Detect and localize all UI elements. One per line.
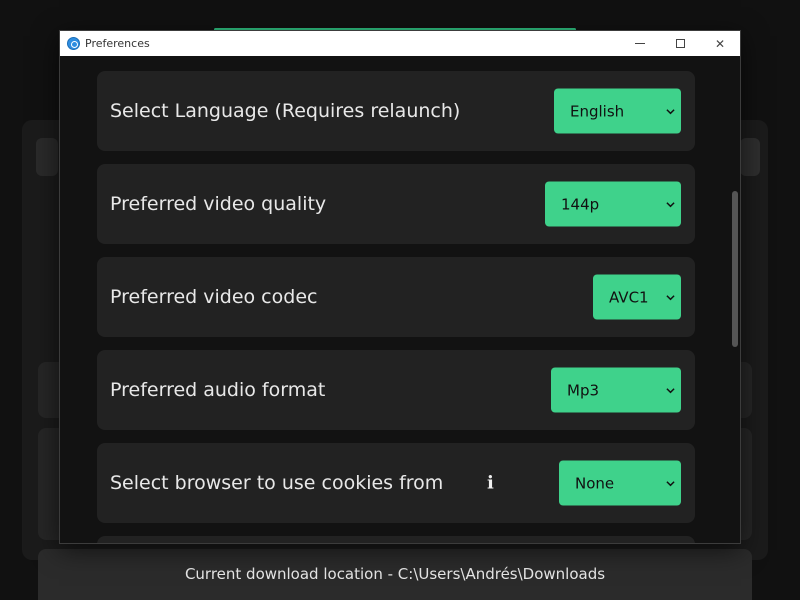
download-location-bar[interactable]: Current download location - C:\Users\And… xyxy=(38,549,752,600)
minimize-icon xyxy=(635,43,645,44)
maximize-button[interactable] xyxy=(660,31,700,56)
setting-row-cookies-browser: Select browser to use cookies from i Non… xyxy=(97,443,695,523)
close-icon: ✕ xyxy=(714,36,726,51)
info-icon[interactable]: i xyxy=(487,473,494,494)
preferences-window: Preferences ✕ Select Language (Requires … xyxy=(59,30,741,544)
select-value: English xyxy=(570,102,625,120)
app-icon xyxy=(67,37,80,50)
scrollbar-thumb[interactable] xyxy=(732,191,738,347)
language-select[interactable]: English xyxy=(554,88,681,134)
panel-left-control[interactable] xyxy=(36,138,58,176)
title-bar[interactable]: Preferences ✕ xyxy=(60,31,740,56)
close-button[interactable]: ✕ xyxy=(700,31,740,56)
setting-row-audio-format: Preferred audio format Mp3 xyxy=(97,350,695,430)
chevron-down-icon xyxy=(666,480,675,486)
video-quality-select[interactable]: 144p xyxy=(545,181,681,227)
maximize-icon xyxy=(675,39,685,48)
video-codec-select[interactable]: AVC1 xyxy=(593,274,681,320)
select-value: AVC1 xyxy=(609,288,649,306)
window-controls: ✕ xyxy=(620,31,740,56)
select-value: Mp3 xyxy=(567,381,600,399)
setting-label: Preferred video quality xyxy=(110,193,327,215)
chevron-down-icon xyxy=(666,108,675,114)
preferences-content: Select Language (Requires relaunch) Engl… xyxy=(60,56,740,543)
window-title: Preferences xyxy=(85,37,150,50)
select-value: None xyxy=(575,474,615,492)
chevron-down-icon xyxy=(666,201,675,207)
setting-row-next xyxy=(97,536,695,543)
chevron-down-icon xyxy=(666,294,675,300)
setting-label: Preferred audio format xyxy=(110,379,326,401)
setting-label: Select Language (Requires relaunch) xyxy=(110,100,461,122)
panel-right-control[interactable] xyxy=(740,138,760,176)
download-location-text: Current download location - C:\Users\And… xyxy=(184,565,606,583)
minimize-button[interactable] xyxy=(620,31,660,56)
setting-row-video-quality: Preferred video quality 144p xyxy=(97,164,695,244)
select-value: 144p xyxy=(561,195,600,213)
chevron-down-icon xyxy=(666,387,675,393)
audio-format-select[interactable]: Mp3 xyxy=(551,367,681,413)
setting-row-language: Select Language (Requires relaunch) Engl… xyxy=(97,71,695,151)
setting-label: Select browser to use cookies from xyxy=(110,472,444,494)
setting-row-video-codec: Preferred video codec AVC1 xyxy=(97,257,695,337)
setting-label: Preferred video codec xyxy=(110,286,318,308)
cookies-browser-select[interactable]: None xyxy=(559,460,681,506)
